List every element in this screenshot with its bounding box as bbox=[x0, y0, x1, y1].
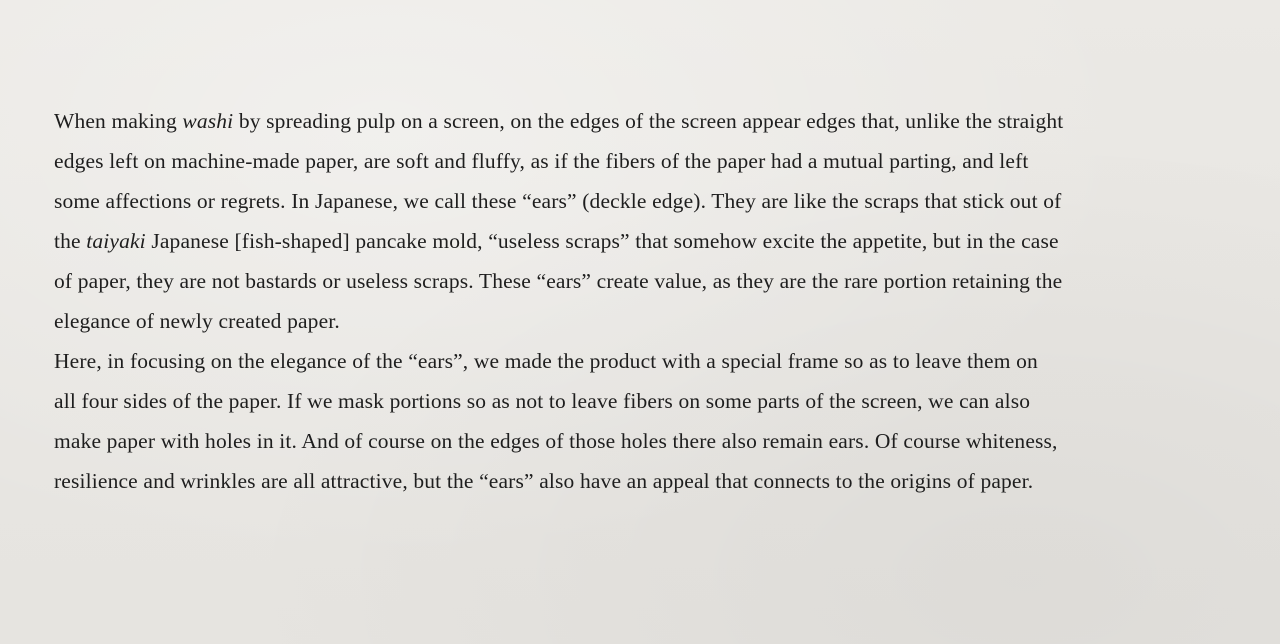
paragraph-1: When making washi by spreading pulp on a… bbox=[54, 101, 1234, 341]
italic-term-taiyaki: taiyaki bbox=[86, 229, 146, 253]
paragraph-2: Here, in focusing on the elegance of the… bbox=[54, 341, 1234, 501]
text-line: of paper, they are not bastards or usele… bbox=[54, 269, 1063, 293]
text-line: make paper with holes in it. And of cour… bbox=[54, 429, 1058, 453]
text-line: Here, in focusing on the elegance of the… bbox=[54, 349, 1038, 373]
text-line: all four sides of the paper. If we mask … bbox=[54, 389, 1031, 413]
text-span: the bbox=[54, 229, 87, 253]
text-line: resilience and wrinkles are all attracti… bbox=[54, 469, 1034, 493]
text-line: some affections or regrets. In Japanese,… bbox=[54, 189, 1062, 213]
text-span: by spreading pulp on a screen, on the ed… bbox=[233, 109, 1064, 133]
text-line: When making washi by spreading pulp on a… bbox=[54, 101, 1234, 141]
body-text: When making washi by spreading pulp on a… bbox=[54, 101, 1234, 501]
italic-term-washi: washi bbox=[182, 109, 234, 133]
text-line: the taiyaki Japanese [fish-shaped] panca… bbox=[54, 221, 1234, 261]
paper-sheet: When making washi by spreading pulp on a… bbox=[0, 0, 1280, 644]
text-line: edges left on machine-made paper, are so… bbox=[54, 149, 1029, 173]
text-span: When making bbox=[54, 109, 183, 133]
text-line: elegance of newly created paper. bbox=[54, 309, 340, 333]
text-span: Japanese [fish-shaped] pancake mold, “us… bbox=[145, 229, 1059, 253]
